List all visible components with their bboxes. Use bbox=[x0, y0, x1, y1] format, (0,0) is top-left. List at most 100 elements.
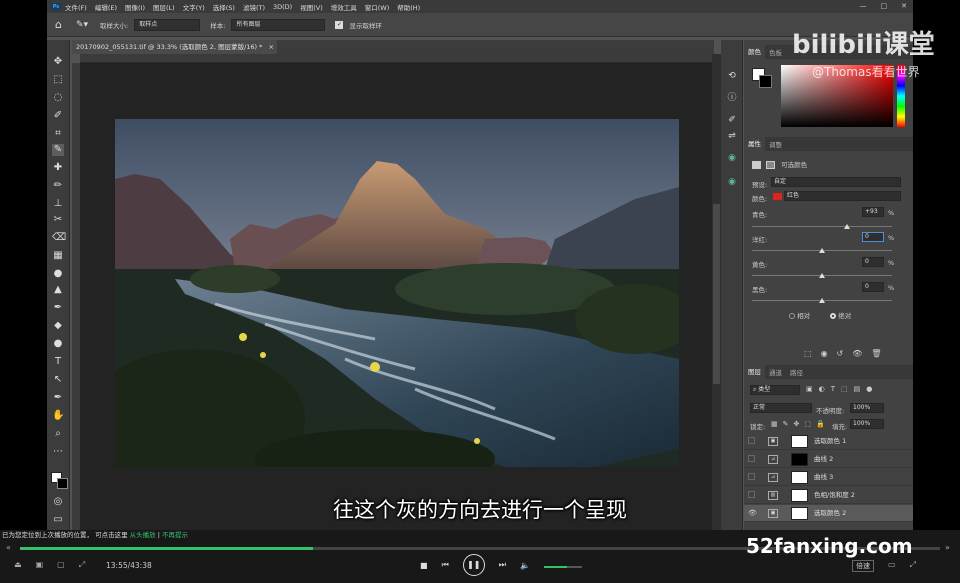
yellow-input[interactable]: 0 bbox=[862, 257, 884, 267]
eraser-tool-icon[interactable]: ⌫ bbox=[52, 232, 66, 244]
menu-type[interactable]: 文字(Y) bbox=[183, 2, 205, 12]
type-filter-icon[interactable]: T bbox=[831, 385, 835, 393]
visibility-icon[interactable]: 👁 bbox=[852, 349, 862, 358]
pen2-tool-icon[interactable]: ✒ bbox=[52, 392, 64, 404]
replay-link[interactable]: 从头播放 bbox=[130, 531, 156, 539]
layer-visibility-toggle[interactable] bbox=[748, 455, 755, 462]
tab-close-icon[interactable]: × bbox=[268, 43, 273, 51]
mask-icon[interactable] bbox=[766, 161, 776, 169]
adjust-panel-icon[interactable]: ⇌ bbox=[726, 130, 738, 142]
lasso-tool-icon[interactable]: ◌ bbox=[52, 92, 64, 104]
forward-icon[interactable]: » bbox=[945, 543, 950, 552]
fullscreen-icon[interactable]: ⤢ bbox=[79, 560, 85, 570]
pen-tool-icon[interactable]: ✒ bbox=[52, 302, 64, 314]
delete-icon[interactable]: 🗑 bbox=[871, 349, 881, 358]
volume-slider[interactable] bbox=[544, 566, 582, 568]
layer-visibility-toggle[interactable] bbox=[748, 473, 755, 480]
black-input[interactable]: 0 bbox=[862, 282, 884, 292]
absolute-radio[interactable] bbox=[830, 313, 837, 319]
opacity-input[interactable]: 100% bbox=[850, 403, 884, 413]
lock-artboard-icon[interactable]: ⬚ bbox=[804, 420, 811, 428]
layer-row[interactable]: ⊿ 曲线 2 bbox=[744, 451, 913, 468]
menu-filter[interactable]: 滤镜(T) bbox=[243, 2, 265, 12]
next-icon[interactable]: ⏭ bbox=[499, 560, 506, 570]
stamp-tool-icon[interactable]: ⊥ bbox=[52, 198, 64, 210]
blur2-tool-icon[interactable]: ● bbox=[52, 338, 64, 350]
menu-view[interactable]: 视图(V) bbox=[300, 2, 323, 12]
tab-properties[interactable]: 属性 bbox=[744, 137, 765, 151]
preset-select[interactable]: 自定 bbox=[771, 177, 901, 187]
maximize-button[interactable]: □ bbox=[881, 2, 888, 10]
layer-mask-thumbnail[interactable] bbox=[791, 453, 808, 466]
lock-pixels-icon[interactable]: ✎ bbox=[783, 420, 789, 428]
lock-transparent-icon[interactable]: ▦ bbox=[771, 420, 778, 428]
plugin1-icon[interactable]: ◉ bbox=[726, 152, 738, 164]
layer-mask-thumbnail[interactable] bbox=[791, 435, 808, 448]
filter-toggle-icon[interactable]: ● bbox=[866, 385, 872, 393]
move-tool-icon[interactable]: ✥ bbox=[52, 56, 64, 68]
blur-tool-icon[interactable]: ● bbox=[52, 268, 64, 280]
picture-icon[interactable]: ▣ bbox=[36, 560, 44, 570]
menu-file[interactable]: 文件(F) bbox=[65, 2, 87, 12]
rewind-icon[interactable]: « bbox=[6, 543, 11, 552]
healing-tool-icon[interactable]: ✚ bbox=[52, 162, 64, 174]
vertical-scrollbar[interactable] bbox=[712, 54, 721, 530]
magenta-slider[interactable] bbox=[752, 248, 892, 253]
dodge-tool-icon[interactable]: ▲ bbox=[52, 284, 64, 296]
marquee-tool-icon[interactable]: ⬚ bbox=[52, 74, 64, 86]
home-icon[interactable]: ⌂ bbox=[55, 18, 62, 31]
info-panel-icon[interactable]: ⓘ bbox=[726, 92, 738, 104]
yellow-slider[interactable] bbox=[752, 273, 892, 278]
menu-plugins[interactable]: 增效工具 bbox=[331, 2, 357, 12]
type-tool-icon[interactable]: T bbox=[52, 356, 64, 368]
plugin2-icon[interactable]: ◉ bbox=[726, 176, 738, 188]
quick-select-tool-icon[interactable]: ✐ bbox=[52, 110, 64, 122]
menu-edit[interactable]: 编辑(E) bbox=[95, 2, 117, 12]
foreground-background-swatch[interactable] bbox=[51, 472, 69, 490]
stop-icon[interactable]: ■ bbox=[420, 561, 428, 570]
cyan-slider[interactable] bbox=[752, 224, 892, 229]
menu-select[interactable]: 选择(S) bbox=[213, 2, 235, 12]
colors-select[interactable]: 红色 bbox=[784, 191, 901, 201]
brush-panel-icon[interactable]: ✐ bbox=[726, 114, 738, 126]
tab-color[interactable]: 颜色 bbox=[744, 45, 765, 59]
document-canvas[interactable] bbox=[80, 63, 712, 530]
dont-remind-link[interactable]: 不再提示 bbox=[162, 531, 188, 539]
tab-adjustments[interactable]: 调整 bbox=[765, 139, 786, 149]
fill-input[interactable]: 100% bbox=[850, 419, 884, 429]
cyan-input[interactable]: +93 bbox=[862, 207, 884, 217]
menu-window[interactable]: 窗口(W) bbox=[365, 2, 390, 12]
blend-mode-select[interactable]: 正常 bbox=[750, 403, 812, 413]
kind-filter-select[interactable]: ⌕ 类型 bbox=[750, 385, 800, 395]
menu-help[interactable]: 帮助(H) bbox=[397, 2, 420, 12]
volume-icon[interactable]: 🔈 bbox=[520, 561, 530, 570]
layer-row[interactable]: ▣ 选取颜色 1 bbox=[744, 433, 913, 450]
yellow-thumb[interactable] bbox=[819, 273, 825, 278]
magenta-thumb[interactable] bbox=[819, 248, 825, 253]
tab-channels[interactable]: 通道 bbox=[765, 367, 786, 377]
speed-button[interactable]: 倍速 bbox=[852, 560, 874, 572]
brush-tool-icon[interactable]: ✏ bbox=[52, 180, 64, 192]
reset-icon[interactable]: ↺ bbox=[837, 349, 844, 358]
tab-swatches[interactable]: 色板 bbox=[765, 47, 786, 57]
lock-position-icon[interactable]: ✥ bbox=[794, 420, 800, 428]
tab-layers[interactable]: 图层 bbox=[744, 365, 765, 379]
pip-icon[interactable]: ▭ bbox=[888, 560, 896, 570]
tab-paths[interactable]: 路径 bbox=[786, 367, 807, 377]
adjust-filter-icon[interactable]: ◐ bbox=[819, 385, 825, 393]
smart-filter-icon[interactable]: ▤ bbox=[854, 385, 861, 393]
pixel-filter-icon[interactable]: ▣ bbox=[806, 385, 813, 393]
relative-radio[interactable] bbox=[789, 313, 795, 319]
more-tools-icon[interactable]: ⋯ bbox=[52, 446, 64, 458]
view-previous-icon[interactable]: ◉ bbox=[821, 349, 828, 358]
pause-button[interactable]: ❚❚ bbox=[462, 554, 485, 576]
cyan-thumb[interactable] bbox=[844, 224, 851, 229]
close-button[interactable]: ✕ bbox=[901, 2, 907, 10]
sample-select[interactable]: 所有图层 bbox=[231, 18, 326, 31]
eraser2-tool-icon[interactable]: ◆ bbox=[52, 320, 64, 332]
hand-tool-icon[interactable]: ✋ bbox=[52, 410, 64, 422]
shape-filter-icon[interactable]: ⬚ bbox=[841, 385, 848, 393]
menu-image[interactable]: 图像(I) bbox=[125, 2, 145, 12]
eyedropper-tool-icon[interactable]: ✎ bbox=[52, 144, 64, 156]
zoom-tool-icon[interactable]: ⌕ bbox=[52, 428, 64, 440]
